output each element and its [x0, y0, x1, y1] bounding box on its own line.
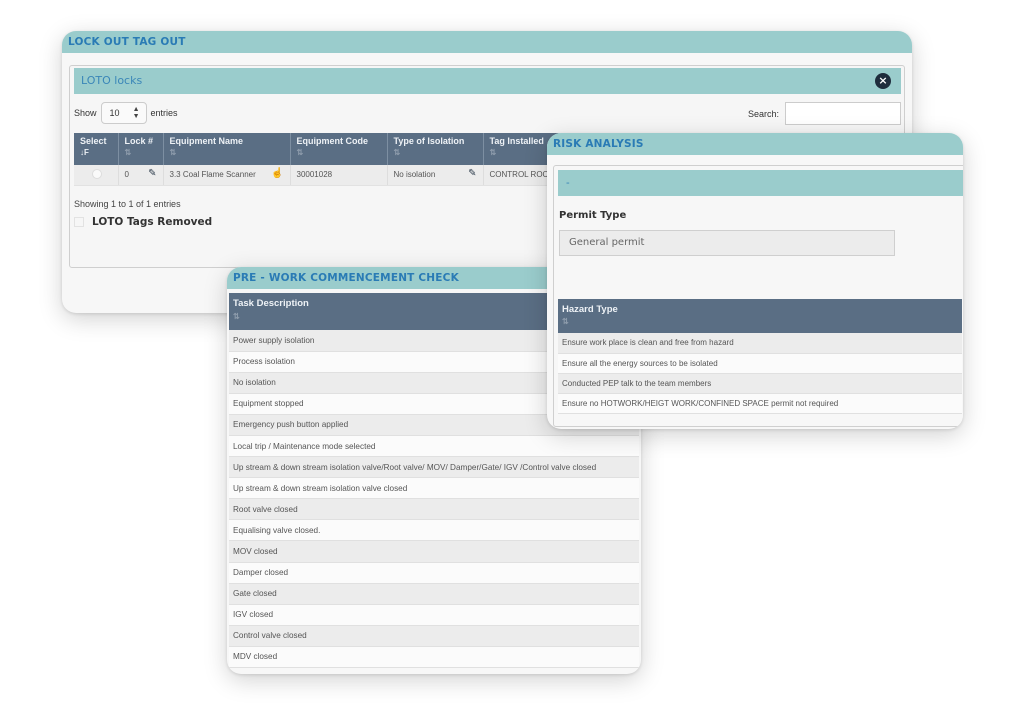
loto-tags-removed: LOTO Tags Removed [74, 216, 212, 228]
entries-label: entries [150, 108, 178, 118]
hazard-row-text: Ensure work place is clean and free from… [558, 333, 962, 354]
column-label: Equipment Name [169, 136, 244, 146]
sort-icon: ⇅ [562, 317, 569, 326]
isolation-cell: No isolation ✎ [387, 165, 484, 186]
column-type-of-isolation[interactable]: Type of Isolation ⇅ [387, 133, 484, 165]
sort-icon: ⇅ [393, 148, 401, 157]
task-row: MOV closed [229, 540, 639, 563]
task-row: MDV closed [229, 646, 639, 669]
task-row-text: Local trip / Maintenance mode selected [229, 435, 639, 458]
permit-type-field[interactable]: General permit [559, 230, 895, 256]
column-label: Tag Installed [489, 136, 544, 146]
pointer-icon[interactable]: ☝ [271, 168, 283, 179]
risk-box: - Permit Type General permit Hazard Type… [553, 165, 963, 427]
risk-subheader: - [558, 170, 963, 196]
tags-removed-label: LOTO Tags Removed [92, 216, 213, 228]
hazard-row-text: Ensure no HOTWORK/HEIGT WORK/CONFINED SP… [558, 393, 962, 414]
task-row: Up stream & down stream isolation valve … [229, 477, 639, 500]
hazard-row: Ensure work place is clean and free from… [558, 333, 962, 354]
entries-length-control: Show 10 ▲ ▼ entries [74, 102, 178, 124]
column-equipment-name[interactable]: Equipment Name ⇅ [163, 133, 291, 165]
sort-icon: ↓F [80, 148, 89, 157]
column-label: Lock # [124, 136, 154, 146]
task-row-text: Root valve closed [229, 498, 639, 521]
hazard-row: Conducted PEP talk to the team members [558, 373, 962, 394]
task-row-text: IGV closed [229, 604, 639, 626]
edit-icon[interactable]: ✎ [148, 168, 156, 179]
isolation-type: No isolation [393, 170, 436, 180]
edit-icon[interactable]: ✎ [468, 168, 476, 179]
column-label: Select [80, 136, 107, 146]
row-select-radio[interactable] [92, 168, 102, 179]
entries-select-value: 10 [109, 108, 120, 118]
search-label: Search: [747, 108, 779, 119]
task-row: Local trip / Maintenance mode selected [229, 435, 639, 458]
hazard-row-text: Ensure all the energy sources to be isol… [558, 353, 962, 374]
show-label: Show [74, 108, 97, 118]
equipment-name-cell: 3.3 Coal Flame Scanner ☝ [163, 165, 291, 186]
column-label: Equipment Code [296, 136, 369, 146]
column-label: Hazard Type [562, 304, 618, 315]
column-select[interactable]: Select ↓F [74, 133, 119, 165]
column-hazard-type[interactable]: Hazard Type ⇅ [558, 299, 962, 333]
tags-removed-checkbox[interactable] [74, 217, 84, 227]
sort-icon: ⇅ [124, 148, 132, 157]
task-row: Damper closed [229, 562, 639, 584]
task-row-text: Control valve closed [229, 625, 639, 647]
hazard-row-text: Conducted PEP talk to the team members [558, 373, 962, 394]
task-row: Root valve closed [229, 498, 639, 521]
equipment-code-cell: 30001028 [290, 165, 388, 186]
risk-analysis-panel: RISK ANALYSIS - Permit Type General perm… [547, 133, 963, 429]
risk-title: RISK ANALYSIS [547, 133, 963, 155]
search-control: Search: [748, 102, 901, 125]
task-row-text: Gate closed [229, 583, 639, 605]
entries-select[interactable]: 10 ▲ ▼ [100, 102, 147, 124]
column-lock[interactable]: Lock # ⇅ [118, 133, 164, 165]
task-row-text: MDV closed [229, 646, 639, 669]
hazard-row: Ensure no HOTWORK/HEIGT WORK/CONFINED SP… [558, 393, 962, 414]
column-equipment-code[interactable]: Equipment Code ⇅ [290, 133, 388, 165]
task-row-text: Equalising valve closed. [229, 519, 639, 542]
sort-icon: ⇅ [169, 148, 177, 157]
task-row: IGV closed [229, 604, 639, 626]
lock-number: 0 [124, 170, 129, 180]
sort-icon: ⇅ [296, 148, 304, 157]
permit-type-label: Permit Type [559, 210, 627, 221]
hazard-table: Hazard Type ⇅ Ensure work place is clean … [558, 299, 962, 414]
task-row-text: Up stream & down stream isolation valve/… [229, 456, 639, 479]
select-arrows-icon: ▲ ▼ [132, 106, 140, 120]
table-info: Showing 1 to 1 of 1 entries [74, 199, 181, 209]
task-row: Equalising valve closed. [229, 519, 639, 542]
table-header-row: Hazard Type ⇅ [558, 299, 962, 333]
lock-cell: 0 ✎ [118, 165, 164, 186]
task-row-text: Damper closed [229, 562, 639, 584]
search-input[interactable] [785, 102, 901, 125]
task-row: Control valve closed [229, 625, 639, 647]
hazard-row: Ensure all the energy sources to be isol… [558, 353, 962, 374]
column-label: Task Description [233, 298, 309, 309]
select-cell [74, 165, 119, 186]
loto-title: LOCK OUT TAG OUT [62, 31, 912, 53]
task-row-text: Up stream & down stream isolation valve … [229, 477, 639, 500]
loto-locks-title: LOTO locks [81, 74, 143, 87]
task-row: Up stream & down stream isolation valve/… [229, 456, 639, 479]
column-label: Type of Isolation [393, 136, 465, 146]
hazard-list: Ensure work place is clean and free from… [558, 333, 962, 414]
task-row: Gate closed [229, 583, 639, 605]
loto-locks-header: LOTO locks × [74, 68, 901, 94]
equipment-name: 3.3 Coal Flame Scanner [169, 170, 256, 180]
task-row-text: MOV closed [229, 540, 639, 563]
close-icon[interactable]: × [875, 73, 891, 89]
